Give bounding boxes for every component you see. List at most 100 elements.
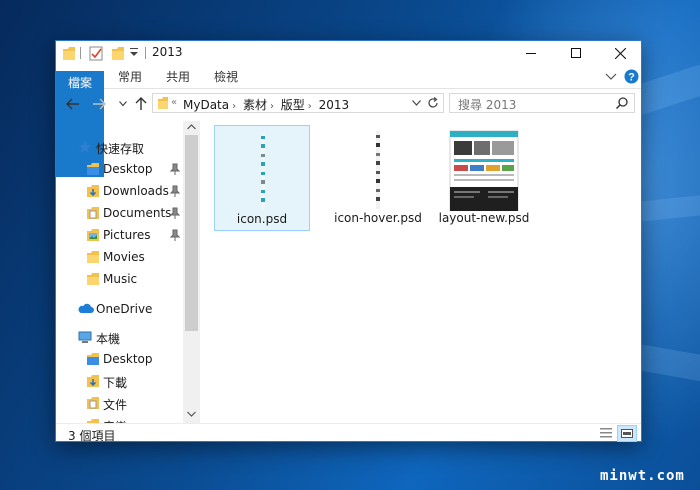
- separator: [80, 47, 81, 59]
- close-icon: [615, 47, 626, 59]
- folder-icon: [63, 47, 75, 60]
- chevron-right-icon[interactable]: ›: [232, 101, 236, 112]
- recent-locations-button[interactable]: [114, 95, 132, 113]
- pin-icon[interactable]: [170, 185, 180, 197]
- separator: [145, 47, 146, 59]
- pin-icon[interactable]: [170, 207, 180, 219]
- star-icon: [78, 140, 92, 153]
- expand-ribbon-icon[interactable]: [605, 73, 617, 81]
- close-button[interactable]: [598, 41, 643, 65]
- nav-onedrive[interactable]: OneDrive: [56, 299, 182, 321]
- nav-this-pc[interactable]: 本機: [56, 327, 182, 349]
- forward-button[interactable]: [90, 95, 108, 113]
- nav-item-music[interactable]: Music: [56, 269, 182, 291]
- address-bar[interactable]: « MyData › 素材 › 版型 › 2013: [152, 93, 444, 113]
- breadcrumb-item[interactable]: 2013: [319, 98, 350, 112]
- minimize-icon: [525, 53, 536, 54]
- nav-label: 下載: [103, 376, 128, 390]
- scroll-up-icon[interactable]: [187, 124, 196, 130]
- cloud-icon: [78, 303, 94, 313]
- forward-arrow-icon: [93, 98, 106, 110]
- maximize-button[interactable]: [553, 41, 598, 65]
- search-icon: [616, 97, 628, 109]
- nav-item-pc-documents[interactable]: 文件: [56, 393, 182, 415]
- file-name: icon.psd: [236, 212, 288, 226]
- breadcrumb-item[interactable]: 版型: [281, 98, 305, 112]
- svg-text:?: ?: [628, 72, 635, 84]
- nav-label: Desktop: [103, 352, 153, 366]
- nav-label: 文件: [103, 398, 128, 412]
- nav-item-pc-music[interactable]: 音樂: [56, 415, 182, 423]
- refresh-icon[interactable]: [427, 97, 439, 109]
- downloads-folder-icon: [87, 375, 99, 387]
- customize-quick-access-icon[interactable]: [130, 48, 138, 64]
- window-title: 2013: [152, 45, 183, 59]
- tab-view[interactable]: 檢視: [208, 65, 244, 89]
- crumb-overflow-icon: «: [171, 97, 178, 108]
- help-icon[interactable]: ?: [624, 69, 639, 84]
- nav-item-pictures[interactable]: Pictures: [56, 225, 182, 247]
- large-icons-view-icon: [621, 429, 633, 438]
- tab-share[interactable]: 共用: [160, 65, 196, 89]
- chevron-right-icon[interactable]: ›: [308, 101, 312, 112]
- documents-folder-icon: [87, 397, 99, 409]
- large-icons-view-button[interactable]: [617, 425, 637, 442]
- watermark: minwt.com: [600, 468, 685, 484]
- up-button[interactable]: [132, 95, 150, 113]
- nav-scrollbar[interactable]: [183, 121, 200, 423]
- pin-icon[interactable]: [170, 229, 180, 241]
- nav-label: OneDrive: [96, 302, 153, 316]
- file-name: layout-new.psd: [438, 211, 530, 225]
- back-arrow-icon: [66, 98, 79, 110]
- nav-label: Movies: [103, 250, 145, 264]
- nav-label: 快速存取: [96, 142, 145, 156]
- nav-label: Downloads: [103, 184, 169, 198]
- details-view-icon[interactable]: [599, 427, 613, 439]
- scroll-down-icon[interactable]: [187, 411, 196, 417]
- up-arrow-icon: [135, 97, 147, 110]
- navigation-pane: 快速存取 Desktop Downloads Documents Picture…: [56, 119, 199, 423]
- breadcrumb-item[interactable]: 素材: [243, 98, 267, 112]
- nav-label: Music: [103, 272, 138, 286]
- file-item[interactable]: layout-new.psd: [432, 125, 536, 231]
- status-bar: 3 個項目: [56, 423, 641, 443]
- nav-item-pc-desktop[interactable]: Desktop: [56, 349, 182, 371]
- search-input[interactable]: 搜尋 2013: [449, 93, 635, 113]
- back-button[interactable]: [64, 95, 82, 113]
- nav-label: Documents: [103, 206, 172, 220]
- title-bar[interactable]: 2013: [56, 41, 641, 65]
- psd-thumbnail: [449, 130, 519, 211]
- item-count: 3 個項目: [68, 429, 116, 443]
- scrollbar-thumb[interactable]: [185, 135, 198, 331]
- computer-icon: [78, 331, 92, 343]
- tab-home[interactable]: 常用: [112, 65, 148, 89]
- chevron-right-icon[interactable]: ›: [270, 101, 274, 112]
- maximize-icon: [570, 48, 581, 58]
- nav-item-downloads[interactable]: Downloads: [56, 181, 182, 203]
- address-history-icon[interactable]: [412, 100, 421, 106]
- pin-icon[interactable]: [170, 163, 180, 175]
- file-item[interactable]: icon.psd: [214, 125, 310, 231]
- nav-quick-access[interactable]: 快速存取: [56, 137, 182, 159]
- properties-icon[interactable]: [89, 45, 103, 61]
- file-item[interactable]: icon-hover.psd: [330, 125, 426, 231]
- nav-label: Desktop: [103, 162, 153, 176]
- minimize-button[interactable]: [508, 41, 553, 65]
- chevron-down-icon: [119, 101, 127, 107]
- psd-thumbnail: [261, 132, 265, 210]
- breadcrumb-item[interactable]: MyData: [183, 98, 229, 112]
- nav-item-pc-downloads[interactable]: 下載: [56, 371, 182, 393]
- breadcrumb: MyData › 素材 › 版型 › 2013: [183, 96, 352, 113]
- desktop-folder-icon: [87, 163, 99, 175]
- nav-label: Pictures: [103, 228, 151, 242]
- file-name: icon-hover.psd: [334, 211, 422, 225]
- nav-item-desktop[interactable]: Desktop: [56, 159, 182, 181]
- new-folder-icon[interactable]: [111, 45, 125, 61]
- nav-item-documents[interactable]: Documents: [56, 203, 182, 225]
- search-placeholder: 搜尋 2013: [458, 98, 517, 112]
- desktop-folder-icon: [87, 353, 99, 365]
- nav-item-movies[interactable]: Movies: [56, 247, 182, 269]
- downloads-folder-icon: [87, 185, 99, 197]
- ribbon-tabs: 檔案 常用 共用 檢視 ?: [56, 65, 641, 177]
- folder-icon: [87, 251, 99, 263]
